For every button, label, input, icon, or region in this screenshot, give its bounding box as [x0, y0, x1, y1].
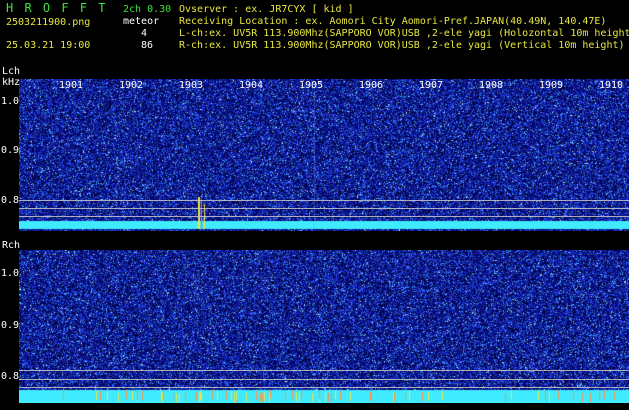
rch-ref-line-3 — [19, 387, 629, 388]
rch-freq-0-8: 0.8 — [1, 371, 20, 382]
rch-label: Rch — [2, 240, 21, 251]
rch-ref-line-2 — [19, 379, 629, 380]
time-tick-1902: 1902 — [119, 80, 144, 91]
meteor-label: meteor — [123, 16, 160, 27]
lch-ref-line-2 — [19, 208, 629, 209]
rch-freq-0-9: 0.9 — [1, 320, 20, 331]
channel-version: 2ch 0.30 — [123, 4, 172, 15]
lch-ref-line-1 — [19, 200, 629, 201]
app-title: H R O F F T — [6, 1, 108, 15]
time-tick-1907: 1907 — [419, 80, 444, 91]
rch-config-line: R-ch:ex. UV5R 113.900Mhz(SAPPORO VOR)USB… — [179, 40, 625, 51]
lch-freq-0-8: 0.8 — [1, 195, 20, 206]
time-tick-1901: 1901 — [59, 80, 84, 91]
lch-freq-0-9: 0.9 — [1, 145, 20, 156]
time-tick-1906: 1906 — [359, 80, 384, 91]
lch-meteor-count: 4 — [141, 28, 148, 39]
lch-config-line: L-ch:ex. UV5R 113.900Mhz(SAPPORO VOR)USB… — [179, 28, 629, 39]
time-tick-1910: 1910 — [599, 80, 624, 91]
khz-unit-label: kHz — [2, 77, 21, 88]
datetime: 25.03.21 19:00 — [6, 40, 91, 51]
rch-meteor-count: 86 — [141, 40, 154, 51]
location-line: Receiving Location : ex. Aomori City Aom… — [179, 16, 607, 27]
time-tick-1905: 1905 — [299, 80, 324, 91]
lch-freq-1-0: 1.0 — [1, 96, 20, 107]
time-tick-1904: 1904 — [239, 80, 264, 91]
rch-freq-1-0: 1.0 — [1, 268, 20, 279]
time-tick-1908: 1908 — [479, 80, 504, 91]
rch-ref-line-1 — [19, 370, 629, 371]
time-tick-1903: 1903 — [179, 80, 204, 91]
time-tick-1909: 1909 — [539, 80, 564, 91]
filename: 2503211900.png — [6, 17, 91, 28]
observer-line: Ovserver : ex. JR7CYX [ kid ] — [179, 4, 354, 15]
lch-ref-line-3 — [19, 216, 629, 217]
rch-spectrogram — [19, 250, 629, 403]
